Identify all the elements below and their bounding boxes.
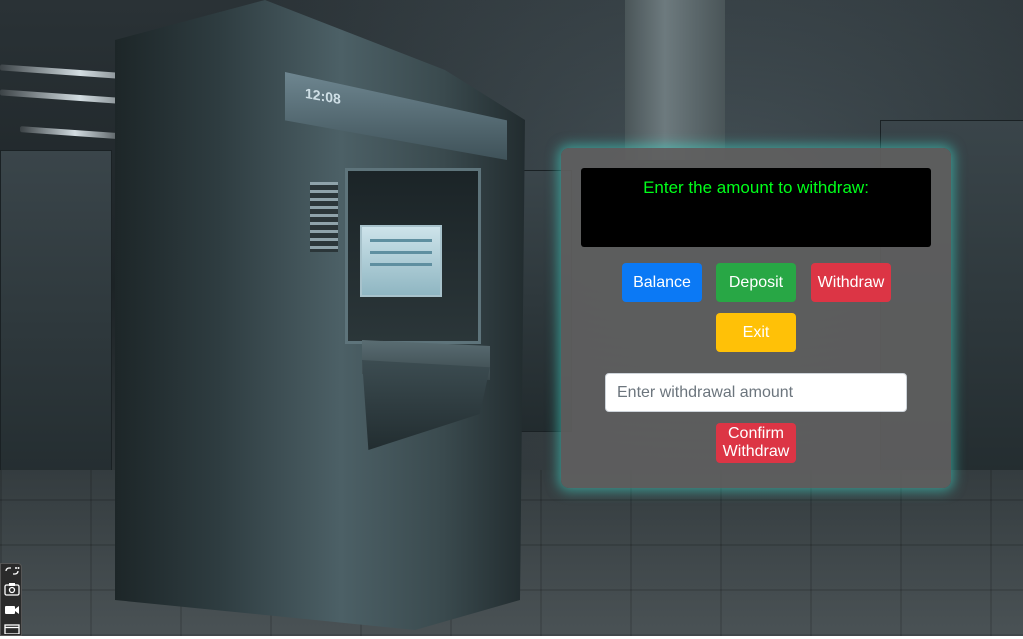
atm-screen-line xyxy=(370,251,432,254)
atm-screen-line xyxy=(370,239,432,242)
atm-screen xyxy=(360,225,442,297)
withdrawal-amount-input[interactable] xyxy=(605,373,907,412)
window-icon[interactable] xyxy=(3,624,21,639)
pillar xyxy=(625,0,725,160)
atm-control-panel: Enter the amount to withdraw: Balance De… xyxy=(561,148,951,488)
balance-button[interactable]: Balance xyxy=(622,263,702,302)
atm-screen-line xyxy=(370,263,432,266)
confirm-withdraw-button[interactable]: Confirm Withdraw xyxy=(716,423,796,463)
exit-button[interactable]: Exit xyxy=(716,313,796,352)
ceiling-light xyxy=(20,126,130,140)
withdraw-button[interactable]: Withdraw xyxy=(811,263,891,302)
video-icon[interactable] xyxy=(3,604,21,621)
wall-panel-left xyxy=(0,150,112,512)
atm-vent xyxy=(310,182,338,252)
atm-display: Enter the amount to withdraw: xyxy=(581,168,931,247)
camera-icon[interactable] xyxy=(3,582,21,601)
floating-toolbar xyxy=(0,563,22,636)
deposit-button[interactable]: Deposit xyxy=(716,263,796,302)
link-icon[interactable] xyxy=(3,566,21,581)
display-message: Enter the amount to withdraw: xyxy=(643,178,869,197)
